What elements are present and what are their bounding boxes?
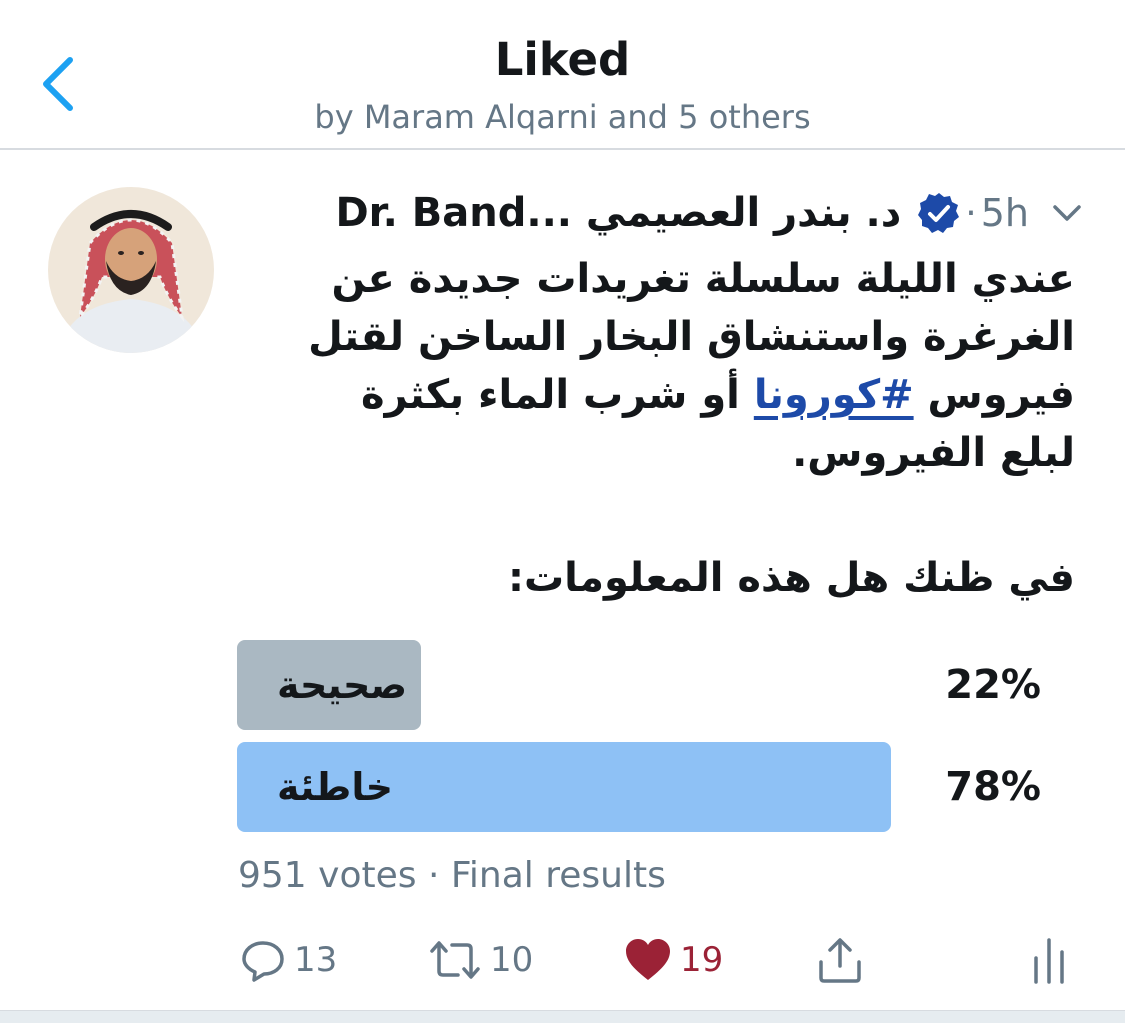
poll-option: صحيحة 22% (237, 640, 1055, 730)
reply-button[interactable]: 13 (240, 935, 337, 985)
tweet-header: Dr. Band... د. بندر العصيمي · 5h (335, 188, 1085, 238)
tweet-actions: 13 10 19 (0, 925, 1125, 995)
poll-option-percent: 78% (945, 764, 1041, 810)
author-name[interactable]: Dr. Band... د. بندر العصيمي (335, 190, 901, 236)
retweet-count: 10 (490, 940, 534, 980)
poll-question: في ظنك هل هذه المعلومات: (507, 555, 1075, 601)
like-button[interactable]: 19 (624, 935, 723, 985)
poll-option-percent: 22% (945, 662, 1041, 708)
retweet-button[interactable]: 10 (428, 935, 533, 985)
poll-option: خاطئة 78% (237, 742, 1055, 832)
tweet-text: عندي الليلة سلسلة تغريدات جديدة عن الغرغ… (295, 250, 1075, 482)
verified-badge-icon (917, 191, 961, 235)
tweet-time[interactable]: 5h (981, 191, 1029, 235)
analytics-icon (1034, 938, 1064, 984)
time-separator: · (965, 192, 977, 234)
reply-count: 13 (294, 940, 338, 980)
nav-header: Liked by Maram Alqarni and 5 others (0, 0, 1125, 150)
chevron-down-icon[interactable] (1049, 195, 1085, 231)
poll-results-meta: 951 votes · Final results (238, 855, 666, 896)
next-tweet-divider (0, 1010, 1125, 1023)
like-count: 19 (680, 940, 724, 980)
poll-option-label: صحيحة (277, 663, 408, 707)
page-subtitle: by Maram Alqarni and 5 others (314, 98, 811, 136)
share-icon (819, 938, 861, 983)
share-button[interactable] (816, 935, 864, 985)
page-title: Liked (494, 33, 631, 86)
heart-icon (626, 939, 670, 980)
poll-option-label: خاطئة (277, 765, 394, 809)
retweet-icon (430, 941, 480, 979)
hashtag-link[interactable]: #كورونا (754, 372, 914, 418)
analytics-button[interactable] (1030, 935, 1070, 985)
reply-icon (242, 941, 284, 982)
avatar[interactable] (48, 187, 214, 353)
avatar-image (48, 187, 214, 353)
